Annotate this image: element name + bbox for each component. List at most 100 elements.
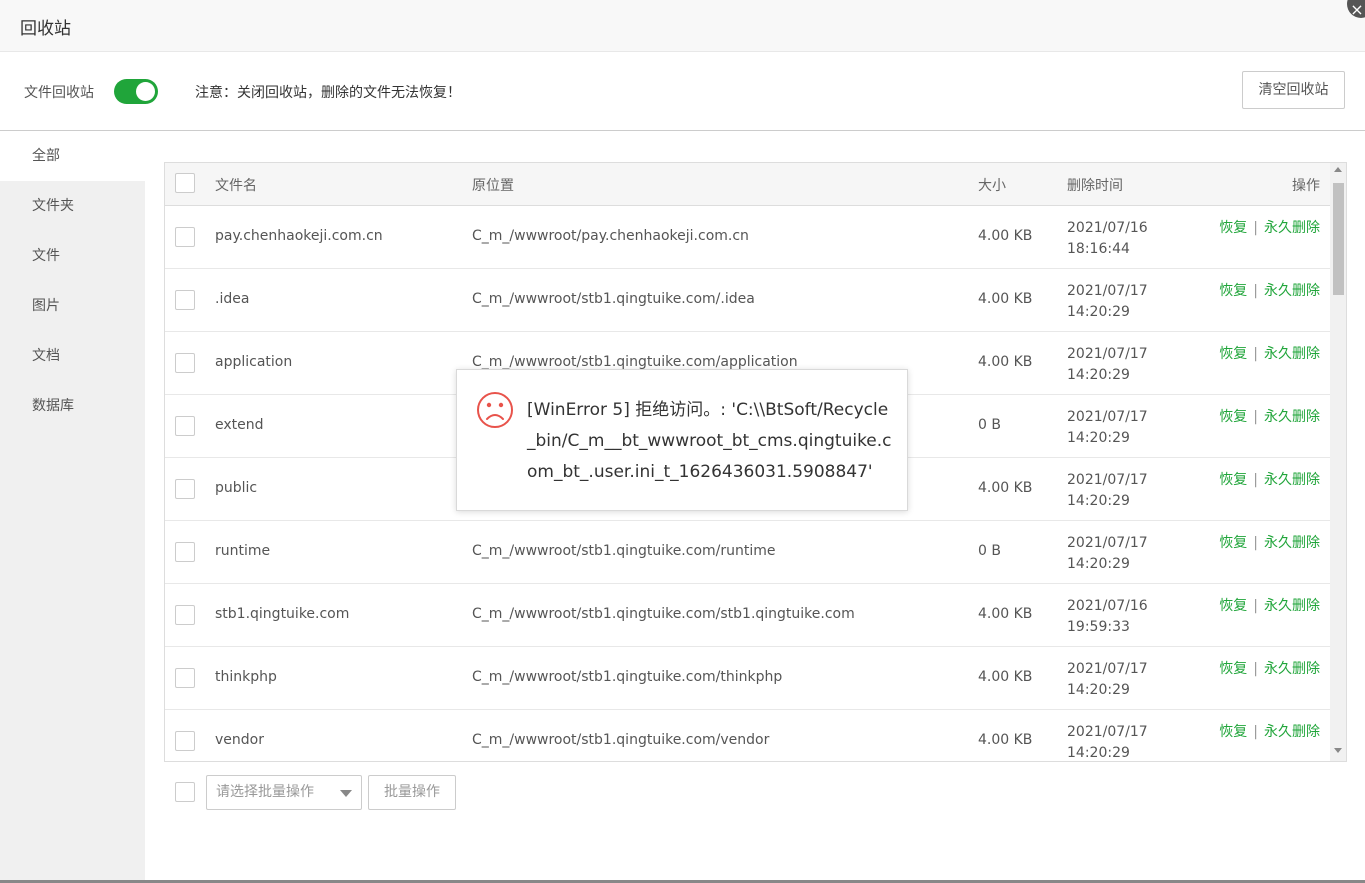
delete-permanently-link[interactable]: 永久删除 [1264, 598, 1320, 614]
row-checkbox[interactable] [175, 353, 195, 373]
restore-link[interactable]: 恢复 [1219, 409, 1247, 425]
table-row: stb1.qingtuike.com C_m_/wwwroot/stb1.qing… [165, 584, 1330, 647]
table-scrollbar[interactable] [1330, 163, 1346, 761]
row-checkbox[interactable] [175, 542, 195, 562]
toggle-knob [136, 82, 155, 101]
restore-link[interactable]: 恢复 [1219, 598, 1247, 614]
select-all-checkbox[interactable] [175, 173, 195, 193]
row-delete-date: 2021/07/16 [1067, 598, 1148, 614]
header-ops: 操作 [1292, 178, 1320, 194]
row-checkbox[interactable] [175, 479, 195, 499]
action-separator: | [1253, 535, 1258, 551]
row-actions: 恢复 | 永久删除 [1210, 533, 1320, 554]
row-delete-time: 2021/07/17 14:20:29 [1067, 281, 1148, 323]
row-delete-clock: 19:59:33 [1067, 619, 1130, 635]
row-checkbox[interactable] [175, 668, 195, 688]
close-icon[interactable]: × [1347, 0, 1365, 19]
window-titlebar: 回收站 [0, 0, 1365, 52]
batch-action-select[interactable]: 请选择批量操作 [206, 775, 362, 810]
row-size: 4.00 KB [978, 732, 1033, 748]
restore-link[interactable]: 恢复 [1219, 724, 1247, 740]
action-separator: | [1253, 283, 1258, 299]
scroll-up-icon[interactable] [1334, 167, 1342, 172]
row-delete-clock: 14:20:29 [1067, 682, 1130, 698]
header-size: 大小 [978, 178, 1006, 194]
row-size: 4.00 KB [978, 354, 1033, 370]
delete-permanently-link[interactable]: 永久删除 [1264, 220, 1320, 236]
row-location: C_m_/wwwroot/stb1.qingtuike.com/.idea [472, 291, 755, 307]
restore-link[interactable]: 恢复 [1219, 535, 1247, 551]
delete-permanently-link[interactable]: 永久删除 [1264, 409, 1320, 425]
action-separator: | [1253, 346, 1258, 362]
table-row: vendor C_m_/wwwroot/stb1.qingtuike.com/ve… [165, 710, 1330, 761]
row-filename: runtime [215, 543, 271, 559]
row-location: C_m_/wwwroot/pay.chenhaokeji.com.cn [472, 228, 749, 244]
sad-face-icon [477, 392, 513, 428]
clear-recycle-button[interactable]: 清空回收站 [1242, 71, 1345, 109]
scroll-thumb[interactable] [1333, 183, 1344, 295]
batch-action-button[interactable]: 批量操作 [368, 775, 456, 810]
row-actions: 恢复 | 永久删除 [1210, 722, 1320, 743]
table-header: 文件名 原位置 大小 删除时间 操作 [165, 163, 1330, 206]
table-row: .idea C_m_/wwwroot/stb1.qingtuike.com/.id… [165, 269, 1330, 332]
delete-permanently-link[interactable]: 永久删除 [1264, 472, 1320, 488]
delete-permanently-link[interactable]: 永久删除 [1264, 346, 1320, 362]
row-delete-date: 2021/07/17 [1067, 535, 1148, 551]
row-size: 4.00 KB [978, 480, 1033, 496]
error-message: [WinError 5] 拒绝访问。: 'C:\\BtSoft/Recycle_… [527, 400, 892, 482]
row-checkbox[interactable] [175, 416, 195, 436]
restore-link[interactable]: 恢复 [1219, 346, 1247, 362]
recycle-notice: 注意：关闭回收站，删除的文件无法恢复！ [195, 85, 461, 101]
row-delete-clock: 18:16:44 [1067, 241, 1130, 257]
row-location: C_m_/wwwroot/stb1.qingtuike.com/thinkphp [472, 669, 783, 685]
row-location: C_m_/wwwroot/stb1.qingtuike.com/applicat… [472, 354, 798, 370]
row-location: C_m_/wwwroot/stb1.qingtuike.com/runtime [472, 543, 776, 559]
restore-link[interactable]: 恢复 [1219, 661, 1247, 677]
scroll-down-icon[interactable] [1334, 748, 1342, 753]
action-separator: | [1253, 598, 1258, 614]
batch-select-all-checkbox[interactable] [175, 782, 195, 802]
recycle-toggle[interactable] [114, 79, 158, 104]
sidebar-item-files[interactable]: 文件 [0, 231, 145, 281]
delete-permanently-link[interactable]: 永久删除 [1264, 283, 1320, 299]
row-delete-time: 2021/07/17 14:20:29 [1067, 344, 1148, 386]
restore-link[interactable]: 恢复 [1219, 472, 1247, 488]
window-title: 回收站 [20, 19, 71, 39]
sidebar-item-images[interactable]: 图片 [0, 281, 145, 331]
sidebar-item-databases[interactable]: 数据库 [0, 381, 145, 431]
row-checkbox[interactable] [175, 227, 195, 247]
header-location: 原位置 [472, 178, 514, 194]
table-row: thinkphp C_m_/wwwroot/stb1.qingtuike.com/… [165, 647, 1330, 710]
sidebar-item-all[interactable]: 全部 [0, 131, 145, 181]
restore-link[interactable]: 恢复 [1219, 220, 1247, 236]
row-filename: extend [215, 417, 264, 433]
header-name: 文件名 [215, 178, 257, 194]
row-size: 0 B [978, 417, 1001, 433]
row-delete-clock: 14:20:29 [1067, 493, 1130, 509]
row-delete-date: 2021/07/17 [1067, 283, 1148, 299]
row-checkbox[interactable] [175, 731, 195, 751]
row-checkbox[interactable] [175, 290, 195, 310]
restore-link[interactable]: 恢复 [1219, 283, 1247, 299]
row-filename: application [215, 354, 293, 370]
row-size: 0 B [978, 543, 1001, 559]
error-popup: [WinError 5] 拒绝访问。: 'C:\\BtSoft/Recycle_… [456, 369, 908, 511]
row-delete-time: 2021/07/17 14:20:29 [1067, 407, 1148, 449]
row-delete-clock: 14:20:29 [1067, 304, 1130, 320]
action-separator: | [1253, 724, 1258, 740]
row-delete-date: 2021/07/17 [1067, 661, 1148, 677]
action-separator: | [1253, 472, 1258, 488]
row-filename: thinkphp [215, 669, 277, 685]
row-location: C_m_/wwwroot/stb1.qingtuike.com/vendor [472, 732, 770, 748]
row-checkbox[interactable] [175, 605, 195, 625]
delete-permanently-link[interactable]: 永久删除 [1264, 661, 1320, 677]
row-location: C_m_/wwwroot/stb1.qingtuike.com/stb1.qin… [472, 606, 855, 622]
sidebar-item-documents[interactable]: 文档 [0, 331, 145, 381]
table-row: pay.chenhaokeji.com.cn C_m_/wwwroot/pay.c… [165, 206, 1330, 269]
delete-permanently-link[interactable]: 永久删除 [1264, 724, 1320, 740]
sidebar-item-folders[interactable]: 文件夹 [0, 181, 145, 231]
row-size: 4.00 KB [978, 291, 1033, 307]
row-size: 4.00 KB [978, 228, 1033, 244]
table-row: runtime C_m_/wwwroot/stb1.qingtuike.com/r… [165, 521, 1330, 584]
delete-permanently-link[interactable]: 永久删除 [1264, 535, 1320, 551]
